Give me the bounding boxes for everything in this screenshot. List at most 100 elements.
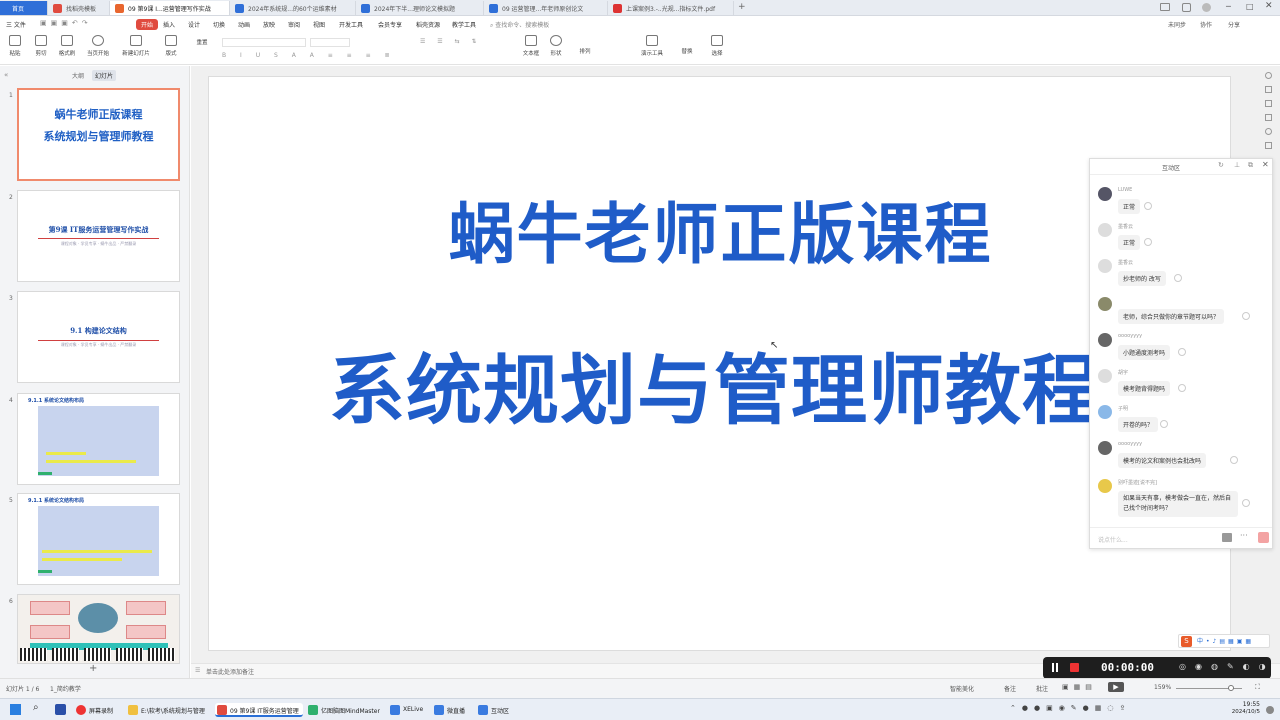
like-icon[interactable] xyxy=(1242,499,1250,507)
tool-icon[interactable] xyxy=(1265,86,1272,93)
slide-thumb-3[interactable]: 9.1 构建论文结构 课程对象 · 学员专享 · 蜗牛出品 · 严禁翻录 xyxy=(17,291,180,383)
taskbar-micro-live[interactable]: 微直播 xyxy=(432,703,469,717)
tab-doc-4[interactable]: 09 运营管理...年老师原创论文 xyxy=(484,1,608,15)
tool-icon[interactable] xyxy=(1265,114,1272,121)
comment-toggle[interactable]: 批注 xyxy=(1036,684,1048,693)
maximize-icon[interactable]: □ xyxy=(1246,2,1254,11)
recorder-tool-icons[interactable]: ◎◉◍✎◐◑ xyxy=(1179,662,1275,671)
new-slide-button[interactable]: 新建幻灯片 xyxy=(118,35,154,57)
menu-start[interactable]: 开始 xyxy=(136,19,159,30)
taskbar-wps[interactable]: 09 第9课 IT服务运营管理 xyxy=(215,703,303,717)
popout-icon[interactable]: ⧉ xyxy=(1248,161,1253,170)
format-painter-button[interactable]: 格式刷 xyxy=(56,35,78,57)
tab-doc-2[interactable]: 2024年系统规...的60个运维素材 xyxy=(230,1,356,15)
slide-thumb-4[interactable]: 9.1.1 系统论文结构布局 xyxy=(17,393,180,485)
zoom-level[interactable]: 159% xyxy=(1154,684,1171,691)
command-search[interactable]: ⌕ 查找命令、搜索模板 xyxy=(490,20,549,30)
layout-icon[interactable] xyxy=(1160,3,1170,11)
menu-transition[interactable]: 切换 xyxy=(213,20,225,29)
theme-name[interactable]: 1_简约教学 xyxy=(50,684,81,693)
paragraph-icons[interactable]: ☰ ☰ ⇆ ⇅ xyxy=(420,38,520,47)
menu-teaching[interactable]: 教学工具 xyxy=(452,20,476,29)
paste-button[interactable]: 粘贴 xyxy=(4,35,26,57)
replace-button[interactable]: 替换 xyxy=(676,47,698,55)
more-icon[interactable]: ··· xyxy=(1240,531,1248,540)
collab-button[interactable]: 协作 xyxy=(1200,20,1212,29)
play-slideshow-button[interactable]: ▶ xyxy=(1108,682,1124,692)
notification-icon[interactable] xyxy=(1266,706,1274,714)
tool-icon[interactable] xyxy=(1265,72,1272,79)
search-icon[interactable]: ⌕ xyxy=(33,702,39,713)
refresh-icon[interactable]: ↻ xyxy=(1218,161,1224,169)
collapse-panel-icon[interactable]: « xyxy=(4,71,8,79)
taskbar-mindmaster[interactable]: 亿图脑图MindMaster xyxy=(306,703,384,717)
play-from-current-button[interactable]: 当页开始 xyxy=(84,35,112,57)
tool-icon[interactable] xyxy=(1265,142,1272,149)
ime-toolbar[interactable]: S 中•♪▤▦▣▦ xyxy=(1178,634,1270,648)
menu-animation[interactable]: 动画 xyxy=(238,20,250,29)
present-tools-button[interactable]: 演示工具 xyxy=(636,35,668,57)
menu-view[interactable]: 视图 xyxy=(313,20,325,29)
tool-icon[interactable] xyxy=(1265,128,1272,135)
menu-review[interactable]: 审阅 xyxy=(288,20,300,29)
slide-thumb-5[interactable]: 9.1.1 系统论文结构布局 xyxy=(17,493,180,585)
like-icon[interactable] xyxy=(1160,420,1168,428)
avatar[interactable] xyxy=(1202,3,1211,12)
zoom-handle[interactable] xyxy=(1228,685,1234,691)
view-mode-icons[interactable]: ▣▦▤ xyxy=(1062,683,1097,691)
tab-slides[interactable]: 幻灯片 xyxy=(92,70,117,81)
pause-icon[interactable] xyxy=(1052,663,1054,672)
file-menu[interactable]: 三 文件 xyxy=(6,20,26,29)
taskbar-explorer[interactable]: E:\软考\系统规划与管理 xyxy=(126,703,209,717)
arrange-button[interactable]: 排列 xyxy=(574,47,596,55)
folder-icon[interactable] xyxy=(1222,533,1232,542)
minimize-icon[interactable]: ─ xyxy=(1226,2,1231,11)
gift-icon[interactable] xyxy=(1258,532,1269,543)
menu-slideshow[interactable]: 放映 xyxy=(263,20,275,29)
windows-start-icon[interactable] xyxy=(10,704,21,715)
tab-outline[interactable]: 大纲 xyxy=(72,71,84,80)
notes-input[interactable]: 单击此处添加备注 xyxy=(206,667,254,676)
new-tab-plus-icon[interactable]: + xyxy=(738,2,746,12)
tab-pdf[interactable]: 上课案例3.-..光规...指标文件.pdf xyxy=(608,1,734,15)
like-icon[interactable] xyxy=(1178,384,1186,392)
close-icon[interactable]: ✕ xyxy=(1265,1,1273,11)
textbox-button[interactable]: 文本框 xyxy=(520,35,542,57)
tab-template[interactable]: 找稻壳模板 xyxy=(48,1,110,15)
current-slide[interactable]: 蜗牛老师正版课程 系统规划与管理师教程 xyxy=(208,76,1231,651)
layout-button[interactable]: 版式 xyxy=(160,35,182,57)
text-format-icons[interactable]: B I U S A A ≡ ≡ ≡ ≣ xyxy=(222,52,502,60)
font-size-select[interactable] xyxy=(310,38,350,47)
system-tray-icons[interactable]: ⌃●●▣◉✎●▦◌⇪ xyxy=(1010,704,1131,712)
quick-access-icons[interactable]: ▣▣▣↶↷ xyxy=(40,19,100,29)
reset-button[interactable]: 重置 xyxy=(190,38,214,46)
tool-icon[interactable] xyxy=(1265,100,1272,107)
app-icon[interactable] xyxy=(55,704,66,715)
close-chat-icon[interactable]: ✕ xyxy=(1262,160,1269,169)
menu-insert[interactable]: 插入 xyxy=(163,20,175,29)
like-icon[interactable] xyxy=(1230,456,1238,464)
taskbar-recorder[interactable]: 屏幕录制 xyxy=(74,703,117,717)
grid-icon[interactable] xyxy=(1182,3,1191,12)
menu-member[interactable]: 会员专享 xyxy=(378,20,402,29)
smart-beautify-button[interactable]: 智能美化 xyxy=(950,684,974,693)
fit-window-icon[interactable]: ⛶ xyxy=(1255,683,1260,692)
share-button[interactable]: 分享 xyxy=(1228,20,1240,29)
slide-thumb-1[interactable]: 蜗牛老师正版课程 系统规划与管理师教程 xyxy=(17,88,180,181)
chat-input[interactable]: 说点什么... xyxy=(1098,535,1128,544)
menu-devtools[interactable]: 开发工具 xyxy=(339,20,363,29)
cut-button[interactable]: 剪切 xyxy=(30,35,52,57)
like-icon[interactable] xyxy=(1178,348,1186,356)
add-slide-plus-icon[interactable]: + xyxy=(89,663,97,674)
slide-thumb-2[interactable]: 第9课 IT服务运营管理写作实战 课程对象 · 学员专享 · 蜗牛出品 · 严禁… xyxy=(17,190,180,282)
font-name-select[interactable] xyxy=(222,38,306,47)
menu-design[interactable]: 设计 xyxy=(188,20,200,29)
tab-doc-3[interactable]: 2024年下半...理师论文模拟题 xyxy=(356,1,484,15)
select-button[interactable]: 选择 xyxy=(706,35,728,57)
menu-docer[interactable]: 稻壳资源 xyxy=(416,20,440,29)
tab-home[interactable]: 首页 xyxy=(0,1,48,15)
like-icon[interactable] xyxy=(1174,274,1182,282)
notes-toggle[interactable]: 备注 xyxy=(1004,684,1016,693)
tab-current-doc[interactable]: 09 第9课 I...运营管理写作实战 xyxy=(110,1,230,15)
pin-icon[interactable]: ⊥ xyxy=(1234,161,1240,169)
